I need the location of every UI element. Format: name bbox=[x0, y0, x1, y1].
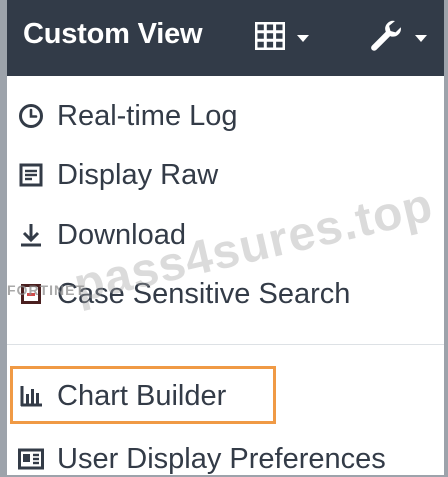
chart-icon bbox=[17, 382, 45, 410]
custom-view-toolbar: Custom View bbox=[7, 0, 444, 76]
id-card-icon bbox=[17, 445, 45, 473]
chevron-down-icon bbox=[297, 34, 309, 42]
menu-item-label: Case Sensitive Search bbox=[57, 277, 351, 310]
menu-item-label: Display Raw bbox=[57, 158, 219, 191]
menu-item-label: User Display Preferences bbox=[57, 442, 386, 475]
checkbox-icon bbox=[17, 280, 45, 308]
menu-item-real-time-log[interactable]: Real-time Log bbox=[17, 90, 238, 142]
toolbar-title: Custom View bbox=[23, 18, 203, 50]
tools-menu-button[interactable] bbox=[369, 18, 427, 58]
menu-item-label: Download bbox=[57, 218, 186, 251]
document-icon bbox=[17, 161, 45, 189]
menu-item-download[interactable]: Download bbox=[17, 209, 186, 261]
menu-divider bbox=[7, 344, 444, 345]
menu-item-label: Chart Builder bbox=[57, 379, 227, 412]
grid-icon bbox=[254, 21, 286, 55]
download-icon bbox=[17, 221, 45, 249]
clock-icon bbox=[17, 102, 45, 130]
menu-item-case-sensitive-search[interactable]: Case Sensitive Search bbox=[17, 268, 350, 320]
wrench-icon bbox=[369, 19, 403, 58]
menu-item-display-raw[interactable]: Display Raw bbox=[17, 149, 218, 201]
chevron-down-icon bbox=[415, 34, 427, 42]
menu-item-chart-builder[interactable]: Chart Builder bbox=[17, 370, 226, 422]
menu-item-label: Real-time Log bbox=[57, 99, 238, 132]
grid-view-button[interactable] bbox=[254, 18, 309, 58]
menu-item-user-display-preferences[interactable]: User Display Preferences bbox=[17, 433, 386, 477]
custom-view-panel: Custom View Real-time Log Display Raw Do… bbox=[0, 0, 448, 477]
